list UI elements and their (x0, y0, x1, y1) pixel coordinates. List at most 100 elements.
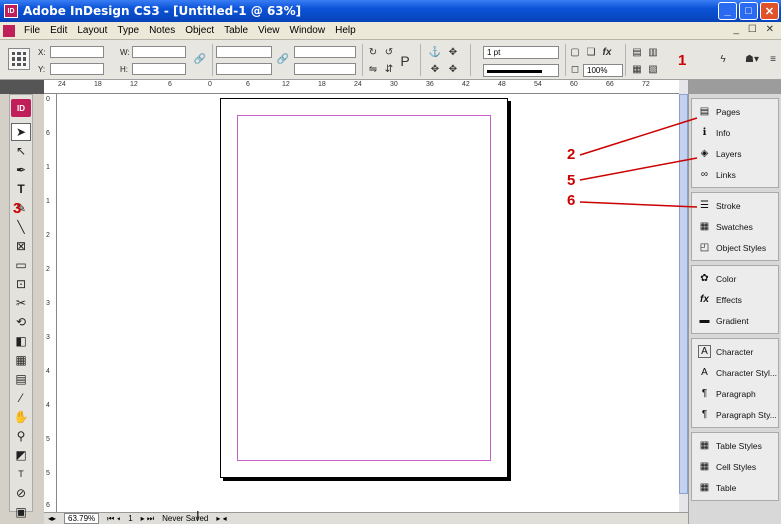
bridge-icon[interactable]: ☗▾ (740, 53, 764, 67)
apply-none-icon[interactable]: ⊘ (11, 484, 31, 502)
minimize-button[interactable]: _ (718, 2, 737, 20)
document-window-controls[interactable]: _ ☐ ✕ (734, 24, 777, 35)
menu-file[interactable]: File (19, 25, 45, 36)
next-page-icon[interactable]: ▸ ⏭ (141, 514, 154, 524)
panel-object-styles[interactable]: ◰ Object Styles (692, 237, 778, 258)
rectangle-frame-tool-icon[interactable]: ⊠ (11, 237, 31, 255)
menu-help[interactable]: Help (330, 25, 361, 36)
panel-menu-icon[interactable]: ≡ (766, 53, 780, 67)
quick-apply-icon[interactable]: ϟ (716, 53, 730, 67)
rectangle-tool-icon[interactable]: ▭ (11, 256, 31, 274)
panel-layers[interactable]: ◈ Layers (692, 143, 778, 164)
pen-tool-icon[interactable]: ✒ (11, 161, 31, 179)
maximize-button[interactable]: □ (739, 2, 758, 20)
panel-character[interactable]: A Character (692, 341, 778, 362)
eyedropper-tool-icon[interactable]: ⁄ (11, 389, 31, 407)
horizontal-scroll-icon[interactable]: ▸ ◂ (216, 514, 226, 523)
scale-x-field[interactable] (216, 46, 272, 58)
normal-view-icon[interactable]: ▣ (11, 503, 31, 521)
x-field[interactable] (50, 46, 104, 58)
constrain-scale-icon[interactable]: 🔗 (276, 53, 290, 67)
h-field[interactable] (132, 63, 186, 75)
zoom-level-field[interactable]: 63.79% (64, 513, 100, 524)
drop-shadow-icon[interactable]: ❏ (584, 46, 598, 60)
panel-effects[interactable]: fx Effects (692, 289, 778, 310)
panel-gradient[interactable]: ▬ Gradient (692, 310, 778, 331)
select-content-icon[interactable]: ✥ (446, 46, 460, 60)
document-page[interactable] (220, 98, 508, 478)
effects-fx-icon[interactable]: fx (600, 46, 614, 60)
page-number-field[interactable]: 1 (128, 514, 132, 523)
stroke-weight-select[interactable]: 1 pt (483, 46, 559, 59)
panel-character-styles[interactable]: A Character Styl... (692, 362, 778, 383)
free-transform-tool-icon[interactable]: ⟲ (11, 313, 31, 331)
note-tool-icon[interactable]: ▤ (11, 370, 31, 388)
panel-pages[interactable]: ▤ Pages (692, 101, 778, 122)
vertical-scrollbar[interactable] (679, 80, 688, 512)
menu-type[interactable]: Type (112, 25, 144, 36)
rotate-ccw-icon[interactable]: ↺ (382, 46, 396, 60)
fill-stroke-swatch-icon[interactable]: ◩ (11, 446, 31, 464)
toolbox-header[interactable] (0, 80, 44, 94)
rotate-cw-icon[interactable]: ↻ (366, 46, 380, 60)
gradient-feather-tool-icon[interactable]: ▦ (11, 351, 31, 369)
rotation-field[interactable] (294, 46, 356, 58)
direct-selection-tool-icon[interactable]: ↖ (11, 142, 31, 160)
first-page-icon[interactable]: ⏮ ◂ (107, 514, 120, 524)
button-tool-icon[interactable]: ⊡ (11, 275, 31, 293)
arrange-icon[interactable]: ▧ (646, 63, 660, 77)
scissors-tool-icon[interactable]: ✂ (11, 294, 31, 312)
dock-header[interactable] (689, 80, 781, 94)
panel-info[interactable]: ℹ Info (692, 122, 778, 143)
menu-table[interactable]: Table (219, 25, 253, 36)
panel-table-styles[interactable]: ▦ Table Styles (692, 435, 778, 456)
hand-tool-icon[interactable]: ✋ (11, 408, 31, 426)
close-button[interactable]: ✕ (760, 2, 779, 20)
selection-tool-icon[interactable]: ➤ (11, 123, 31, 141)
menu-edit[interactable]: Edit (45, 25, 72, 36)
panel-paragraph-styles[interactable]: ¶ Paragraph Sty... (692, 404, 778, 425)
flip-horizontal-icon[interactable]: ⇋ (366, 63, 380, 77)
fitting-icon[interactable]: ▢ (568, 46, 582, 60)
panel-cell-styles[interactable]: ▦ Cell Styles (692, 456, 778, 477)
page-nav-icon[interactable]: ◂▸ (48, 514, 56, 523)
panel-color[interactable]: ✿ Color (692, 268, 778, 289)
document-icon[interactable] (3, 24, 15, 37)
shear-field[interactable] (294, 63, 356, 75)
panel-links[interactable]: ∞ Links (692, 164, 778, 185)
type-tool-icon[interactable]: T (11, 180, 31, 198)
character-styles-icon: A (701, 367, 708, 378)
formatting-affects-icon[interactable]: T (11, 465, 31, 483)
scale-y-field[interactable] (216, 63, 272, 75)
text-wrap-icon[interactable]: ▤ (630, 46, 644, 60)
horizontal-ruler[interactable]: 24 18 12 6 0 6 12 18 24 30 36 42 48 54 6… (44, 80, 684, 94)
select-next-icon[interactable]: ✥ (446, 63, 460, 77)
panel-paragraph[interactable]: ¶ Paragraph (692, 383, 778, 404)
gradient-tool-icon[interactable]: ◧ (11, 332, 31, 350)
distribute-icon[interactable]: ▦ (630, 63, 644, 77)
flip-vertical-icon[interactable]: ⇵ (382, 63, 396, 77)
line-tool-icon[interactable]: ╲ (11, 218, 31, 236)
opacity-icon[interactable]: ◻ (568, 63, 582, 77)
align-icon[interactable]: ▥ (646, 46, 660, 60)
scrollbar-thumb[interactable] (679, 94, 688, 494)
menu-view[interactable]: View (253, 25, 285, 36)
y-field[interactable] (50, 63, 104, 75)
menu-layout[interactable]: Layout (72, 25, 112, 36)
select-previous-icon[interactable]: ✥ (428, 63, 442, 77)
panel-stroke[interactable]: ☰ Stroke (692, 195, 778, 216)
constrain-proportions-icon[interactable]: 🔗 (193, 53, 207, 67)
zoom-tool-icon[interactable]: ⚲ (11, 427, 31, 445)
menu-notes[interactable]: Notes (144, 25, 180, 36)
opacity-field[interactable]: 100% (583, 64, 623, 77)
select-container-icon[interactable]: ⚓ (428, 46, 442, 60)
stroke-type-select[interactable] (483, 64, 559, 77)
pasteboard[interactable] (57, 94, 679, 512)
reference-point-icon[interactable] (8, 48, 30, 70)
w-field[interactable] (132, 46, 186, 58)
panel-swatches[interactable]: ▦ Swatches (692, 216, 778, 237)
menu-window[interactable]: Window (285, 25, 331, 36)
menu-object[interactable]: Object (180, 25, 219, 36)
vertical-ruler[interactable]: 0 6 1 1 2 2 3 3 4 4 5 5 6 (44, 94, 57, 512)
panel-table[interactable]: ▦ Table (692, 477, 778, 498)
